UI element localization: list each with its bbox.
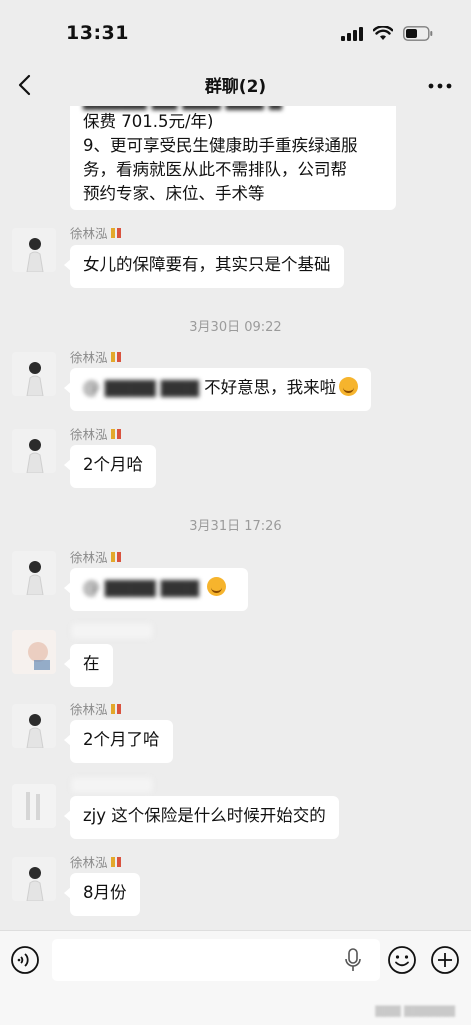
person-avatar-icon	[12, 704, 56, 748]
sender-name-text: 徐林泓	[70, 427, 108, 442]
sender-name: 徐林泓	[70, 699, 122, 718]
redacted-sender-name	[72, 624, 152, 638]
status-tag-icon	[110, 228, 121, 238]
voice-input-icon[interactable]	[10, 945, 40, 975]
status-tag-icon	[110, 552, 121, 562]
avatar[interactable]	[12, 630, 56, 674]
message-text-line: 预约专家、床位、手术等	[83, 184, 265, 203]
status-tag-icon	[110, 857, 121, 867]
avatar[interactable]	[12, 551, 56, 595]
sender-name: 徐林泓	[70, 424, 122, 443]
person-avatar-icon	[12, 429, 56, 473]
message-input[interactable]	[52, 939, 380, 981]
message-bubble[interactable]: 8月份	[64, 873, 140, 916]
status-tag-icon	[110, 704, 121, 714]
emoji-icon	[207, 577, 227, 596]
battery-icon	[403, 26, 433, 41]
input-bar: ▇▇▇ ▇▇▇▇▇▇	[0, 930, 471, 1025]
message-text: 2个月哈	[83, 455, 143, 474]
signal-icon	[341, 26, 363, 41]
avatar[interactable]	[12, 352, 56, 396]
person-avatar-icon	[12, 352, 56, 396]
message-text: 不好意思，我来啦	[204, 378, 337, 397]
message-text-line: 保费 701.5元/年)	[83, 112, 214, 131]
avatar[interactable]	[12, 704, 56, 748]
avatar[interactable]	[12, 784, 56, 828]
redacted-text: @ ▇▇▇▇ ▇▇▇	[83, 578, 205, 597]
message-bubble[interactable]: zjy 这个保险是什么时候开始交的	[64, 796, 339, 839]
status-time: 13:31	[66, 22, 129, 44]
status-tag-icon	[110, 429, 121, 439]
more-options-icon[interactable]	[427, 76, 453, 96]
person-avatar-icon	[12, 228, 56, 272]
person-avatar-icon	[12, 857, 56, 901]
chat-header: 群聊(2)	[0, 64, 471, 106]
message-text: 女儿的保障要有，其实只是个基础	[83, 255, 331, 274]
chat-title: 群聊(2)	[204, 77, 267, 97]
sender-name: 徐林泓	[70, 547, 122, 566]
message-timestamp: 3月31日 17:26	[189, 519, 282, 534]
message-bubble[interactable]: ▇▇▇▇▇ ▇▇ ▇▇▇ ▇▇▇ ▇ 保费 701.5元/年) 9、更可享受民生…	[70, 106, 396, 210]
sender-name-text: 徐林泓	[70, 702, 108, 717]
message-bubble[interactable]: @ ▇▇▇▇ ▇▇▇	[64, 568, 248, 611]
status-bar: 13:31	[0, 0, 471, 64]
redacted-sender-name	[72, 778, 152, 792]
message-bubble[interactable]: 在	[64, 644, 113, 687]
redacted-text: @ ▇▇▇▇ ▇▇▇	[83, 378, 205, 397]
message-bubble[interactable]: 2个月哈	[64, 445, 156, 488]
person-avatar-icon	[12, 630, 56, 674]
more-functions-icon[interactable]	[430, 945, 460, 975]
message-text: 在	[83, 654, 100, 673]
message-timestamp: 3月30日 09:22	[189, 320, 282, 335]
sender-name-text: 徐林泓	[70, 226, 108, 241]
sender-name: 徐林泓	[70, 852, 122, 871]
emoji-picker-icon[interactable]	[387, 945, 417, 975]
cropped-line: ▇▇▇▇▇ ▇▇ ▇▇▇ ▇▇▇ ▇	[83, 106, 383, 110]
message-bubble[interactable]: 女儿的保障要有，其实只是个基础	[64, 245, 344, 288]
sender-name: 徐林泓	[70, 347, 122, 366]
status-icons	[341, 26, 433, 41]
sender-name-text: 徐林泓	[70, 550, 108, 565]
message-text: 2个月了哈	[83, 730, 160, 749]
message-text-line: 9、更可享受民生健康助手重疾绿通服	[83, 136, 358, 155]
status-tag-icon	[110, 352, 121, 362]
message-text: zjy 这个保险是什么时候开始交的	[83, 806, 326, 825]
person-avatar-icon	[12, 784, 56, 828]
message-text: 8月份	[83, 883, 127, 902]
person-avatar-icon	[12, 551, 56, 595]
message-list[interactable]: ▇▇▇▇▇ ▇▇ ▇▇▇ ▇▇▇ ▇ 保费 701.5元/年) 9、更可享受民生…	[0, 106, 471, 930]
watermark: ▇▇▇ ▇▇▇▇▇▇	[375, 1004, 455, 1017]
message-text-line: 务，看病就医从此不需排队，公司帮	[83, 160, 347, 179]
avatar[interactable]	[12, 857, 56, 901]
wifi-icon	[373, 26, 393, 40]
sender-name-text: 徐林泓	[70, 855, 108, 870]
avatar[interactable]	[12, 429, 56, 473]
message-bubble[interactable]: 2个月了哈	[64, 720, 173, 763]
message-bubble[interactable]: @ ▇▇▇▇ ▇▇▇ 不好意思，我来啦	[63, 368, 372, 411]
emoji-icon	[339, 377, 359, 396]
avatar[interactable]	[12, 228, 56, 272]
sender-name-text: 徐林泓	[70, 350, 108, 365]
microphone-icon[interactable]	[343, 948, 363, 972]
sender-name: 徐林泓	[70, 223, 122, 242]
